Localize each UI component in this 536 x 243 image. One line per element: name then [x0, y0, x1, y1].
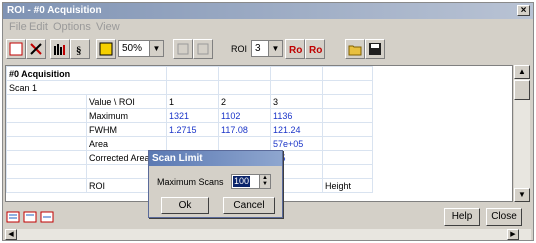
zoom-value: 50% [122, 43, 143, 54]
window-title: ROI - #0 Acquisition [7, 5, 102, 16]
roi-value: 3 [255, 43, 261, 54]
open-button[interactable] [345, 39, 365, 59]
roi-label: ROI [231, 44, 248, 54]
view-mode-icons [6, 209, 62, 228]
view-toggle-icons[interactable] [6, 209, 62, 225]
maximum-scans-value: 100 [233, 176, 251, 187]
roi-left-icon: Ro [289, 45, 302, 56]
zoom-square-icon [99, 42, 113, 56]
menu-edit[interactable]: Edit [29, 21, 48, 33]
close-button[interactable]: Close [486, 208, 522, 226]
disabled-icon-1 [177, 43, 189, 55]
maximum-scans-input[interactable]: 100 ▲ ▼ [231, 174, 271, 189]
toolbar: § 50% ▼ ROI 3 ▼ Ro Ro [3, 35, 533, 63]
table-row: Value \ ROI 1 2 3 [6, 94, 373, 109]
horizontal-scrollbar[interactable]: ◀ ▶ [5, 229, 531, 240]
scroll-up-icon[interactable]: ▲ [514, 65, 530, 79]
table-row: FWHM 1.2715 117.08 121.24 [6, 122, 373, 137]
scroll-left-icon[interactable]: ◀ [5, 229, 17, 240]
table-title: #0 Acquisition [6, 66, 167, 81]
disabled-tool-2 [193, 39, 213, 59]
table-row: Area 57e+05 [6, 136, 373, 151]
roi-prev-button[interactable]: Ro [285, 39, 305, 59]
scissors-icon [30, 43, 42, 55]
zoom-select[interactable]: 50% ▼ [118, 40, 164, 57]
close-icon[interactable]: × [517, 5, 530, 16]
disabled-tool-1 [173, 39, 193, 59]
roi-next-button[interactable]: Ro [305, 39, 325, 59]
scan-limit-dialog: Scan Limit Maximum Scans 100 ▲ ▼ Ok Cance… [148, 150, 283, 218]
scroll-down-icon[interactable]: ▼ [514, 188, 530, 202]
scroll-right-icon[interactable]: ▶ [507, 229, 519, 240]
title-bar: ROI - #0 Acquisition × [3, 3, 533, 19]
zoom-button[interactable] [96, 39, 116, 59]
chevron-down-icon[interactable]: ▼ [268, 41, 282, 56]
disabled-icon-2 [197, 43, 209, 55]
svg-text:§: § [76, 45, 82, 56]
roi-right-icon: Ro [309, 45, 322, 56]
dialog-title: Scan Limit [149, 151, 282, 166]
svg-text:Ro: Ro [289, 45, 302, 56]
function-icon: § [76, 45, 82, 56]
save-button[interactable] [365, 39, 385, 59]
function-button[interactable]: § [70, 39, 90, 59]
svg-text:Ro: Ro [309, 45, 322, 56]
help-button[interactable]: Help [444, 208, 480, 226]
vertical-scrollbar[interactable]: ▲ ▼ [514, 65, 530, 202]
histogram-button[interactable] [50, 39, 70, 59]
roi-select[interactable]: 3 ▼ [251, 40, 283, 57]
menu-options[interactable]: Options [53, 21, 91, 33]
scan-label: Scan 1 [6, 80, 167, 95]
cancel-button[interactable]: Cancel [223, 197, 275, 214]
new-roi-button[interactable] [6, 39, 26, 59]
menu-bar: File Edit Options View [3, 20, 533, 34]
table-row: Maximum 1321 1102 1136 [6, 108, 373, 123]
floppy-icon [369, 43, 381, 55]
menu-file[interactable]: File [9, 21, 27, 33]
cut-roi-button[interactable] [26, 39, 46, 59]
bars-icon [54, 44, 65, 55]
spinner-icon[interactable]: ▲ ▼ [259, 175, 270, 188]
chevron-down-icon[interactable]: ▼ [149, 41, 163, 56]
menu-view[interactable]: View [96, 21, 120, 33]
roi-window: ROI - #0 Acquisition × File Edit Options… [2, 2, 534, 241]
scroll-thumb[interactable] [514, 80, 530, 100]
ok-button[interactable]: Ok [161, 197, 209, 214]
new-icon [9, 42, 23, 56]
maximum-scans-label: Maximum Scans [157, 177, 224, 187]
folder-icon [348, 45, 362, 56]
